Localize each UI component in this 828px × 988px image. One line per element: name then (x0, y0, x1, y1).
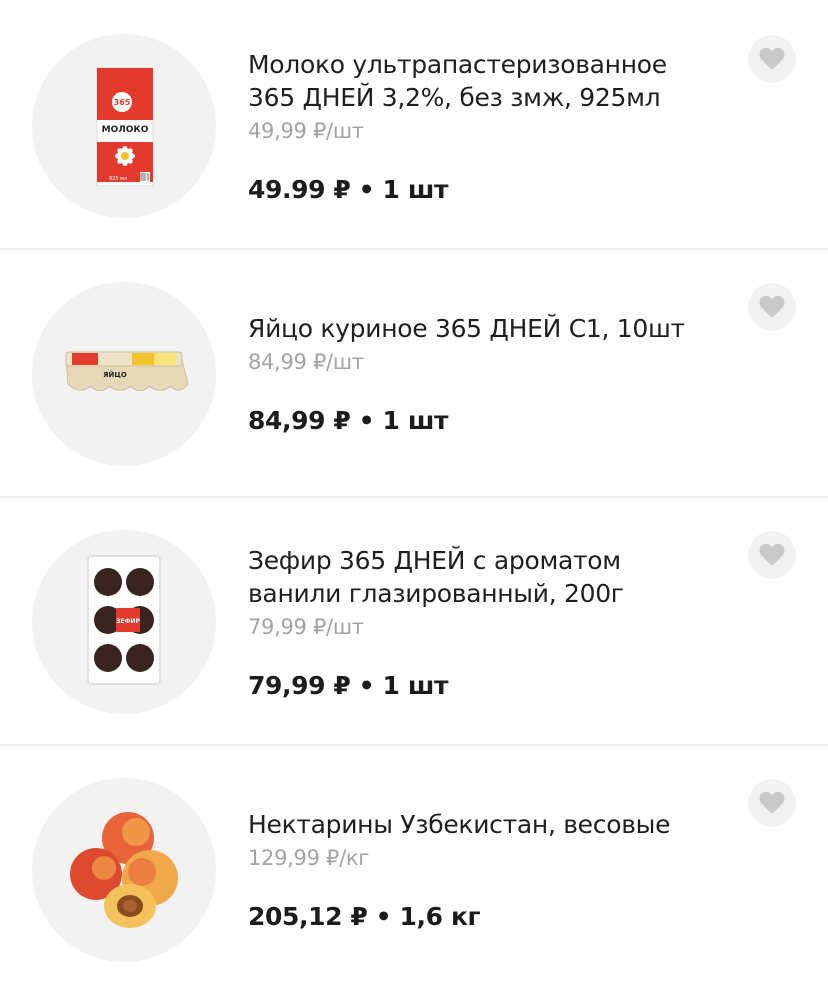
milk-title-text: МОЛОКО (102, 125, 149, 135)
favorite-button[interactable] (748, 35, 796, 83)
unit-price: 84,99 ₽/шт (248, 350, 364, 374)
cart-item-milk[interactable]: 365 МОЛОКО 925 мл Молоко ультрапастеризо… (0, 0, 828, 250)
favorite-button[interactable] (748, 283, 796, 331)
milk-carton-icon: 365 МОЛОКО 925 мл (96, 67, 154, 187)
cart-item-nectarines[interactable]: Нектарины Узбекистан, весовые 129,99 ₽/к… (0, 746, 828, 988)
heart-icon (759, 543, 785, 566)
unit-price: 79,99 ₽/шт (248, 615, 364, 639)
product-image-eggs[interactable]: ЯЙЦО (32, 282, 216, 466)
cart-item-zefir[interactable]: ЗЕФИР Зефир 365 ДНЕЙ с ароматом ванили г… (0, 498, 828, 746)
item-total: 84,99 ₽ • 1 шт (248, 406, 449, 435)
favorite-button[interactable] (748, 531, 796, 579)
unit-price: 49,99 ₽/шт (248, 119, 364, 143)
product-name[interactable]: Яйцо куриное 365 ДНЕЙ С1, 10шт (248, 312, 728, 345)
heart-icon (759, 295, 785, 318)
product-image-zefir[interactable]: ЗЕФИР (32, 530, 216, 714)
favorite-button[interactable] (748, 779, 796, 827)
milk-brand-text: 365 (114, 98, 131, 107)
product-image-nectarines[interactable] (32, 778, 216, 962)
egg-carton-icon: ЯЙЦО (65, 351, 189, 391)
eggs-title-text: ЯЙЦО (103, 370, 127, 379)
item-total: 205,12 ₽ • 1,6 кг (248, 902, 481, 931)
cart-item-eggs[interactable]: ЯЙЦО Яйцо куриное 365 ДНЕЙ С1, 10шт 84,9… (0, 250, 828, 498)
heart-icon (759, 791, 785, 814)
cart-item-list: 365 МОЛОКО 925 мл Молоко ультрапастеризо… (0, 0, 828, 988)
product-name[interactable]: Молоко ультрапастеризованное 365 ДНЕЙ 3,… (248, 48, 728, 114)
product-name[interactable]: Нектарины Узбекистан, весовые (248, 808, 728, 841)
item-total: 49.99 ₽ • 1 шт (248, 175, 449, 204)
unit-price: 129,99 ₽/кг (248, 846, 370, 870)
milk-volume-text: 925 мл (109, 176, 127, 182)
zefir-title-text: ЗЕФИР (116, 618, 140, 625)
product-name[interactable]: Зефир 365 ДНЕЙ с ароматом ванили глазиро… (248, 544, 728, 610)
nectarines-icon (70, 812, 178, 928)
product-image-milk[interactable]: 365 МОЛОКО 925 мл (32, 34, 216, 218)
heart-icon (759, 47, 785, 70)
marshmallow-pack-icon: ЗЕФИР (87, 555, 161, 685)
item-total: 79,99 ₽ • 1 шт (248, 671, 449, 700)
